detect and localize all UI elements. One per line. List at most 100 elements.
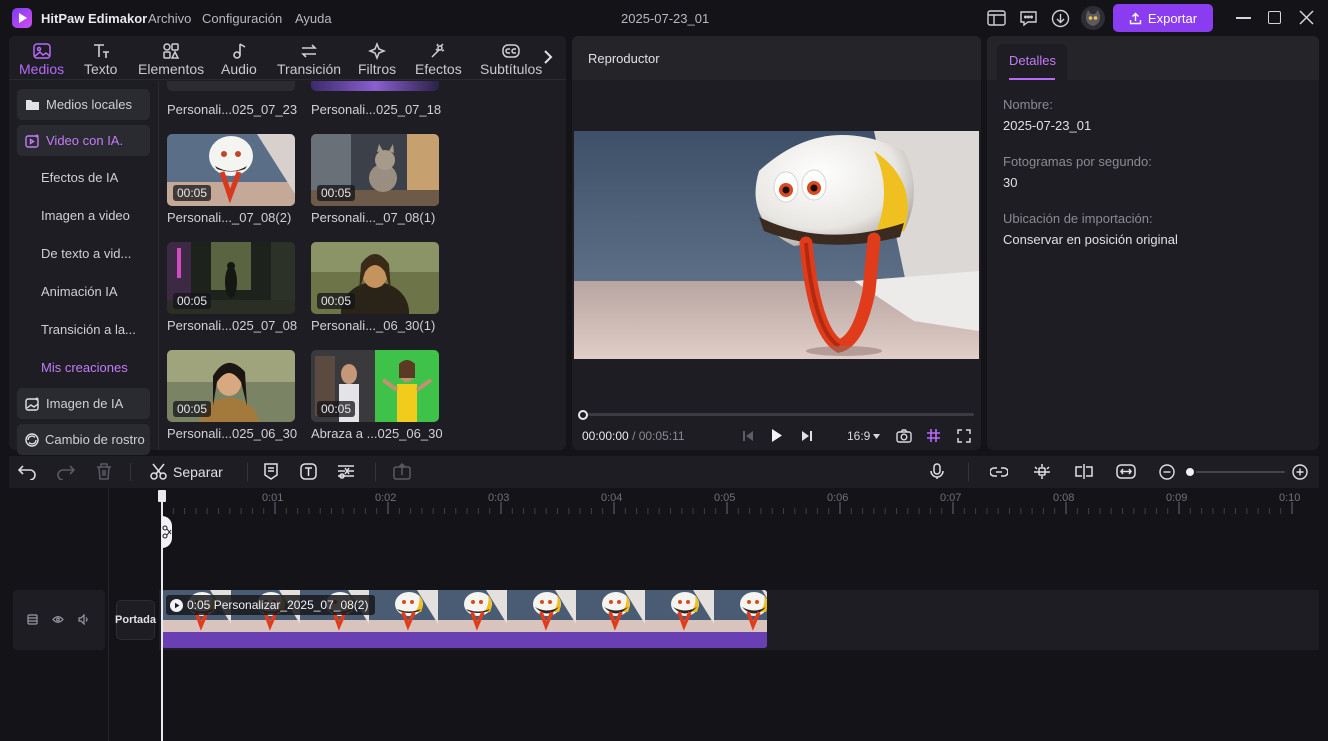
export-clip-icon[interactable] <box>393 463 411 480</box>
zoom-out-icon[interactable] <box>1159 464 1175 480</box>
trim-icon[interactable] <box>337 463 355 480</box>
sidebar-item-texto-video[interactable]: De texto a vid... <box>17 238 150 269</box>
split-button[interactable]: Separar <box>150 463 223 480</box>
sidebar-item-imagen-ia[interactable]: Imagen de IA <box>17 388 150 419</box>
delete-icon[interactable] <box>96 463 112 480</box>
maximize-icon[interactable] <box>1268 11 1281 24</box>
zoom-slider-handle[interactable] <box>1184 466 1196 478</box>
tab-elementos[interactable]: Elementos <box>138 41 204 77</box>
sidebar-item-label: De texto a vid... <box>41 246 132 261</box>
clip-frame <box>507 590 576 632</box>
detail-value-fps: 30 <box>1003 175 1018 190</box>
media-thumb-character[interactable]: 00:05 <box>167 134 295 206</box>
tab-detalles[interactable]: Detalles <box>997 44 1067 80</box>
sidebar-item-mis-creaciones[interactable]: Mis creaciones <box>17 352 150 383</box>
feedback-icon[interactable] <box>1019 9 1038 27</box>
sidebar-item-cambio-rostro[interactable]: Cambio de rostro <box>17 424 150 455</box>
download-icon[interactable] <box>1051 9 1070 28</box>
tab-audio[interactable]: Audio <box>221 41 257 77</box>
snapshot-icon[interactable] <box>896 429 912 443</box>
effects-icon <box>429 41 447 61</box>
video-preview <box>574 131 979 359</box>
cover-button[interactable]: Portada <box>115 600 156 640</box>
layout-icon[interactable] <box>987 9 1006 27</box>
redo-icon[interactable] <box>57 464 75 480</box>
subtitles-icon <box>501 41 521 61</box>
sidebar-item-label: Efectos de IA <box>41 170 119 185</box>
media-thumb-partial[interactable] <box>311 81 439 91</box>
media-thumb-cyberpunk[interactable]: 00:05 <box>167 242 295 314</box>
minimize-icon[interactable] <box>1236 17 1251 19</box>
sidebar-item-video-ia[interactable]: Video con IA. <box>17 125 150 156</box>
tab-detalles-label: Detalles <box>1009 53 1056 68</box>
link-icon[interactable] <box>990 465 1008 479</box>
clip-label-pill: 0:05 Personalizar_2025_07_08(2) <box>166 595 376 615</box>
clip-frame <box>714 590 767 632</box>
clip-play-icon <box>170 598 183 612</box>
text-box-icon[interactable] <box>300 463 317 480</box>
play-icon[interactable] <box>771 428 783 443</box>
media-label: Personali...025_06_30 <box>167 426 298 441</box>
media-panel: Medios Texto Elementos Audio Transición … <box>9 36 566 455</box>
export-button[interactable]: Exportar <box>1113 4 1213 32</box>
undo-icon[interactable] <box>18 464 36 480</box>
sidebar-item-transicion[interactable]: Transición a la... <box>17 314 150 345</box>
track-volume-icon[interactable] <box>78 614 90 625</box>
media-grid: Personali...025_07_23 Personali...025_07… <box>159 81 566 450</box>
chevron-right-icon[interactable] <box>543 49 553 65</box>
track-film-icon[interactable] <box>27 614 38 625</box>
media-thumb-portrait[interactable]: 00:05 <box>167 350 295 422</box>
ruler-label: 0:07 <box>940 492 962 504</box>
media-thumb-cat[interactable]: 00:05 <box>311 134 439 206</box>
menu-ayuda[interactable]: Ayuda <box>295 11 332 26</box>
tab-transicion[interactable]: Transición <box>277 41 341 77</box>
grid-icon[interactable] <box>926 428 941 443</box>
playhead-scissors-icon[interactable] <box>162 516 172 548</box>
media-label: Personali...025_07_23 <box>167 102 298 117</box>
magnet-icon[interactable] <box>1033 463 1051 480</box>
tab-medios[interactable]: Medios <box>19 41 64 77</box>
split-clip-icon[interactable] <box>1074 464 1094 479</box>
sidebar-item-imagen-video[interactable]: Imagen a video <box>17 200 150 231</box>
tab-label: Elementos <box>138 61 205 77</box>
total-time: 00:05:11 <box>638 429 685 443</box>
tab-texto[interactable]: Texto <box>84 41 117 77</box>
ruler-label: 0:02 <box>375 492 397 504</box>
fit-width-icon[interactable] <box>1116 464 1136 479</box>
sidebar-item-label: Mis creaciones <box>41 360 128 375</box>
tab-filtros[interactable]: Filtros <box>358 41 396 77</box>
player-title: Reproductor <box>588 51 660 66</box>
playback-progress-track[interactable] <box>583 413 974 416</box>
zoom-slider-track[interactable] <box>1185 471 1285 473</box>
media-thumb-partial[interactable] <box>167 81 295 91</box>
close-icon[interactable] <box>1299 10 1314 25</box>
sidebar-item-medios-locales[interactable]: Medios locales <box>17 89 150 120</box>
menu-configuracion[interactable]: Configuración <box>202 11 282 26</box>
ruler-label: 0:09 <box>1166 492 1188 504</box>
fullscreen-icon[interactable] <box>957 429 971 443</box>
sidebar-item-label: Transición a la... <box>41 322 136 337</box>
app-logo <box>12 8 32 28</box>
playhead-handle[interactable] <box>158 490 166 502</box>
video-clip[interactable]: 0:05 Personalizar_2025_07_08(2) <box>162 590 767 648</box>
aspect-ratio-select[interactable]: 16:9 <box>847 429 881 443</box>
tab-efectos[interactable]: Efectos <box>415 41 462 77</box>
detail-label-nombre: Nombre: <box>1003 97 1053 112</box>
track-eye-icon[interactable] <box>52 615 64 624</box>
media-thumb-hug[interactable]: 00:05 <box>311 350 439 422</box>
sidebar-item-animacion-ia[interactable]: Animación IA <box>17 276 150 307</box>
avatar[interactable] <box>1081 6 1105 30</box>
previous-frame-icon[interactable] <box>742 430 754 442</box>
caption-icon[interactable] <box>263 463 279 480</box>
media-thumb-mona-lisa[interactable]: 00:05 <box>311 242 439 314</box>
clip-frame <box>576 590 645 632</box>
ruler-label: 0:10 <box>1279 492 1301 504</box>
cover-label: Portada <box>115 614 156 626</box>
playback-progress-handle[interactable] <box>578 410 588 420</box>
microphone-icon[interactable] <box>930 463 944 480</box>
tab-subtitulos[interactable]: Subtítulos <box>480 41 542 77</box>
zoom-in-icon[interactable] <box>1292 464 1308 480</box>
sidebar-item-efectos-ia[interactable]: Efectos de IA <box>17 162 150 193</box>
menu-archivo[interactable]: Archivo <box>148 11 191 26</box>
next-frame-icon[interactable] <box>801 430 813 442</box>
